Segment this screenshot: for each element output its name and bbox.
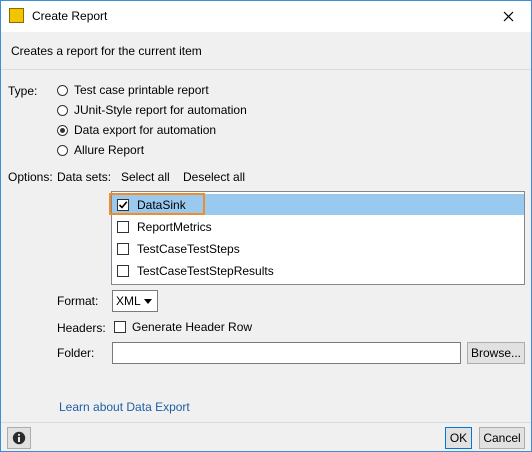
deselect-all-button[interactable]: Deselect all xyxy=(183,170,245,184)
app-icon xyxy=(9,8,24,23)
radio-label: Test case printable report xyxy=(74,83,209,97)
radio-label: Allure Report xyxy=(74,143,145,157)
chevron-down-icon xyxy=(144,299,152,304)
format-label: Format: xyxy=(57,294,99,308)
ok-label: OK xyxy=(449,431,468,445)
generate-header-row-checkbox[interactable]: Generate Header Row xyxy=(111,319,252,335)
dialog-description: Creates a report for the current item xyxy=(11,44,202,58)
info-icon xyxy=(12,431,26,445)
datasets-label: Data sets: xyxy=(57,170,112,184)
ok-button[interactable]: OK xyxy=(445,427,472,449)
close-icon xyxy=(503,11,513,22)
create-report-dialog: Create Report Creates a report for the c… xyxy=(0,0,532,452)
cancel-button[interactable]: Cancel xyxy=(479,427,525,449)
dataset-label: ReportMetrics xyxy=(137,219,212,234)
format-select[interactable]: XML xyxy=(112,290,158,312)
radio-indicator xyxy=(57,144,68,156)
headers-label: Headers: xyxy=(57,321,106,335)
folder-input[interactable] xyxy=(112,342,461,364)
radio-indicator-selected xyxy=(57,124,68,136)
dataset-label: TestCaseTestSteps xyxy=(137,241,240,256)
close-button[interactable] xyxy=(485,1,531,32)
header-checkbox-box[interactable] xyxy=(114,321,126,333)
radio-data-export[interactable]: Data export for automation xyxy=(57,122,216,138)
title-bar: Create Report xyxy=(1,1,531,32)
radio-junit-style[interactable]: JUnit-Style report for automation xyxy=(57,102,247,118)
dataset-label: TestCaseTestStepResults xyxy=(137,263,274,278)
dataset-checkbox[interactable] xyxy=(117,220,129,233)
learn-about-data-export-link[interactable]: Learn about Data Export xyxy=(59,400,190,414)
header-checkbox-label: Generate Header Row xyxy=(132,320,253,334)
browse-button[interactable]: Browse... xyxy=(467,342,525,364)
footer-divider xyxy=(1,422,531,423)
dataset-checkbox[interactable] xyxy=(117,242,129,255)
info-button[interactable] xyxy=(7,427,31,449)
folder-label: Folder: xyxy=(57,346,95,360)
browse-label: Browse... xyxy=(470,346,521,360)
radio-indicator xyxy=(57,84,68,96)
window-title: Create Report xyxy=(32,9,108,23)
cancel-label: Cancel xyxy=(483,431,521,445)
select-all-button[interactable]: Select all xyxy=(121,170,170,184)
radio-indicator xyxy=(57,104,68,116)
dataset-checkbox[interactable] xyxy=(117,264,129,277)
radio-allure-report[interactable]: Allure Report xyxy=(57,142,144,158)
highlight-box xyxy=(109,193,205,215)
header-band: Creates a report for the current item xyxy=(1,32,531,70)
dataset-item-testcaseteststeps[interactable]: TestCaseTestSteps xyxy=(112,238,524,259)
dataset-item-reportmetrics[interactable]: ReportMetrics xyxy=(112,216,524,237)
format-value: XML xyxy=(116,294,141,308)
options-label: Options: xyxy=(8,170,53,184)
radio-label: JUnit-Style report for automation xyxy=(74,103,247,117)
dataset-item-testcaseteststepresults[interactable]: TestCaseTestStepResults xyxy=(112,260,524,281)
radio-label: Data export for automation xyxy=(74,123,217,137)
radio-test-case-printable[interactable]: Test case printable report xyxy=(57,82,209,98)
type-label: Type: xyxy=(8,84,38,98)
